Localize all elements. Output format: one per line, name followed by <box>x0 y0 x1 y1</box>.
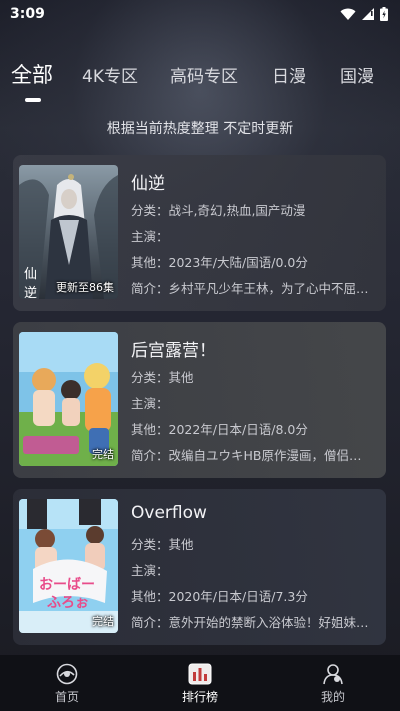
nav-profile[interactable]: 我的 <box>303 663 363 705</box>
item-intro: 简介：改编自ユウキHB原作漫画，僧侣… <box>131 448 362 463</box>
status-badge: 完结 <box>92 448 114 461</box>
item-other: 其他：2023年/大陆/国语/0.0分 <box>131 255 308 270</box>
status-bar: 3:09 <box>0 0 400 28</box>
battery-icon <box>380 7 388 21</box>
status-time: 3:09 <box>10 6 45 22</box>
item-intro: 简介：乡村平凡少年王林，为了心中不屈… <box>131 281 369 296</box>
tab-japanese-anime[interactable]: 日漫 <box>272 62 306 87</box>
poster-image: 仙逆 更新至86集 <box>19 165 118 299</box>
svg-text:ふろぉ: ふろぉ <box>47 595 89 611</box>
poster-logo: 仙逆 <box>24 267 38 299</box>
nav-label: 首页 <box>54 690 79 704</box>
list-item[interactable]: 完结 后宫露营！ 分类：其他 主演： 其他：2022年/日本/日语/8.0分 简… <box>13 322 386 478</box>
item-intro: 简介：意外开始的禁断入浴体验！好姐妹… <box>131 615 369 630</box>
poster-image: 完结 <box>19 332 118 466</box>
category-tabs: 全部 4K专区 高码专区 日漫 国漫 <box>0 62 400 106</box>
item-cast: 主演： <box>131 396 169 411</box>
svg-text:おーばー: おーばー <box>39 577 95 593</box>
profile-icon <box>323 664 343 685</box>
item-title: 后宫露营！ <box>131 341 216 361</box>
signal-icon <box>362 8 374 20</box>
list-item[interactable]: 仙逆 更新至86集 仙逆 分类：战斗,奇幻,热血,国产动漫 主演： 其他：202… <box>13 155 386 311</box>
home-icon <box>56 663 78 685</box>
item-category: 分类：其他 <box>131 370 194 385</box>
item-other: 其他：2020年/日本/日语/7.3分 <box>131 589 308 604</box>
item-cast: 主演： <box>131 229 169 244</box>
list-subtitle: 根据当前热度整理 不定时更新 <box>106 121 294 137</box>
nav-home[interactable]: 首页 <box>37 663 97 705</box>
bottom-nav: 首页 排行榜 我的 <box>0 655 400 711</box>
tab-all[interactable]: 全部 <box>11 59 53 89</box>
item-title: 仙逆 <box>131 174 165 194</box>
nav-label: 排行榜 <box>181 690 218 704</box>
status-badge: 完结 <box>92 615 114 628</box>
item-other: 其他：2022年/日本/日语/8.0分 <box>131 422 308 437</box>
active-tab-indicator <box>25 98 41 102</box>
list-item[interactable]: おーばー ふろぉ 完结 Overflow 分类：其他 主演： 其他：2020年/… <box>13 489 386 645</box>
poster-image: おーばー ふろぉ 完结 <box>19 499 118 633</box>
ranking-icon <box>188 663 212 685</box>
episode-badge: 更新至86集 <box>56 281 114 294</box>
item-category: 分类：其他 <box>131 537 194 552</box>
tab-chinese-anime[interactable]: 国漫 <box>340 62 374 87</box>
item-title: Overflow <box>131 503 207 523</box>
item-category: 分类：战斗,奇幻,热血,国产动漫 <box>131 203 306 218</box>
status-icons <box>340 7 388 21</box>
item-cast: 主演： <box>131 563 169 578</box>
nav-label: 我的 <box>320 690 345 704</box>
tab-4k[interactable]: 4K专区 <box>82 62 138 87</box>
nav-ranking[interactable]: 排行榜 <box>170 663 230 705</box>
tab-high-bitrate[interactable]: 高码专区 <box>170 62 238 87</box>
wifi-icon <box>340 8 356 20</box>
